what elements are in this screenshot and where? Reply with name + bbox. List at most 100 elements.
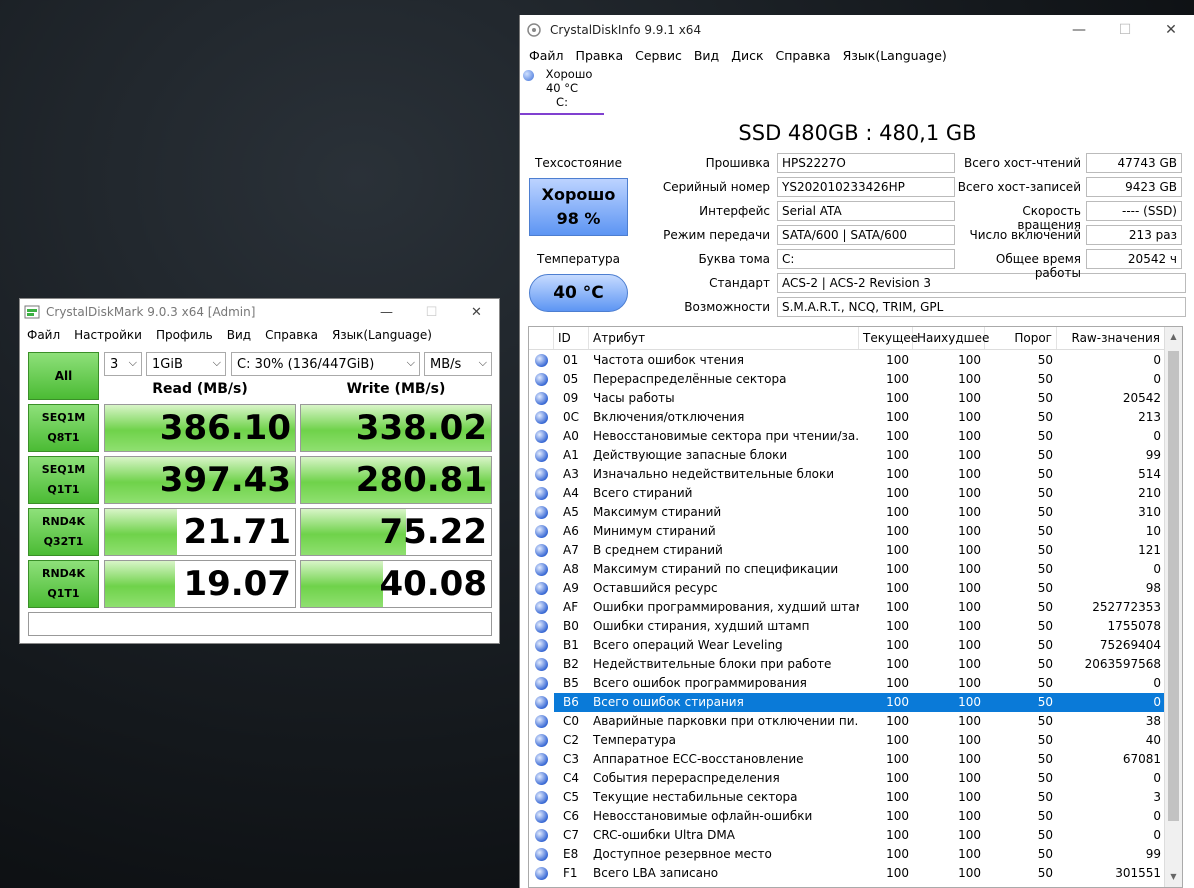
table-row[interactable]: 0C Включения/отключения 100 100 50 213 [529, 408, 1165, 427]
temperature-button[interactable]: 40 °C [529, 274, 628, 312]
table-row[interactable]: A5 Максимум стираний 100 100 50 310 [529, 503, 1165, 522]
table-row[interactable]: A3 Изначально недействительные блоки 100… [529, 465, 1165, 484]
test-button[interactable]: RND4K Q32T1 [28, 508, 99, 556]
attr-raw: 0 [1153, 828, 1161, 842]
size-select[interactable]: 1GiB ⌵ [146, 352, 226, 376]
attr-raw: 0 [1153, 429, 1161, 443]
menu-profile[interactable]: Профиль [149, 328, 220, 342]
table-row[interactable]: B6 Всего ошибок стирания 100 100 50 0 [529, 693, 1165, 712]
status-dot-icon [535, 487, 548, 500]
unit-select[interactable]: MB/s ⌵ [424, 352, 492, 376]
cdi-titlebar[interactable]: CrystalDiskInfo 9.9.1 x64 — ☐ ✕ [520, 15, 1194, 45]
attr-current: 100 [886, 562, 909, 576]
write-result: 75.22 [300, 508, 492, 556]
attr-worst: 100 [958, 752, 981, 766]
table-row[interactable]: A9 Оставшийся ресурс 100 100 50 98 [529, 579, 1165, 598]
test-button[interactable]: RND4K Q1T1 [28, 560, 99, 608]
table-row[interactable]: C6 Невосстановимые офлайн-ошибки 100 100… [529, 807, 1165, 826]
menu-language[interactable]: Язык(Language) [325, 328, 439, 342]
col-status[interactable] [529, 327, 554, 349]
menu-service[interactable]: Сервис [629, 48, 688, 63]
attr-raw: 252772353 [1092, 600, 1161, 614]
table-row[interactable]: B5 Всего ошибок программирования 100 100… [529, 674, 1165, 693]
minimize-button[interactable]: — [1056, 15, 1102, 45]
table-row[interactable]: F1 Всего LBA записано 100 100 50 301551 [529, 864, 1165, 883]
smart-table[interactable]: ID Атрибут Текущее Наихудшее Порог Raw-з… [528, 326, 1183, 888]
table-row[interactable]: 09 Часы работы 100 100 50 20542 [529, 389, 1165, 408]
table-row[interactable]: A6 Минимум стираний 100 100 50 10 [529, 522, 1165, 541]
attr-name: Всего ошибок стирания [593, 695, 744, 709]
attr-raw: 514 [1138, 467, 1161, 481]
menu-file[interactable]: Файл [523, 48, 570, 63]
attr-name: Часы работы [593, 391, 675, 405]
temperature-value: 40 °C [553, 283, 604, 303]
attr-id: C4 [563, 771, 580, 785]
menu-disk[interactable]: Диск [725, 48, 769, 63]
table-row[interactable]: A8 Максимум стираний по спецификации 100… [529, 560, 1165, 579]
menu-help[interactable]: Справка [258, 328, 325, 342]
table-row[interactable]: C4 События перераспределения 100 100 50 … [529, 769, 1165, 788]
table-row[interactable]: 01 Частота ошибок чтения 100 100 50 0 [529, 351, 1165, 370]
scroll-down-icon[interactable]: ▼ [1165, 869, 1182, 885]
table-row[interactable]: E8 Доступное резервное место 100 100 50 … [529, 845, 1165, 864]
close-button[interactable]: ✕ [1148, 15, 1194, 45]
col-attribute[interactable]: Атрибут [589, 327, 859, 349]
col-worst[interactable]: Наихудшее [913, 327, 989, 349]
table-row[interactable]: C5 Текущие нестабильные сектора 100 100 … [529, 788, 1165, 807]
test-button[interactable]: SEQ1M Q8T1 [28, 404, 99, 452]
menu-file[interactable]: Файл [20, 328, 67, 342]
col-id[interactable]: ID [554, 327, 589, 349]
table-row[interactable]: B2 Недействительные блоки при работе 100… [529, 655, 1165, 674]
menu-language[interactable]: Язык(Language) [837, 48, 953, 63]
menu-view[interactable]: Вид [688, 48, 725, 63]
attr-threshold: 50 [1037, 410, 1053, 424]
drive-select[interactable]: C: 30% (136/447GiB) ⌵ [231, 352, 420, 376]
table-row[interactable]: A7 В среднем стираний 100 100 50 121 [529, 541, 1165, 560]
table-row[interactable]: C7 CRC-ошибки Ultra DMA 100 100 50 0 [529, 826, 1165, 845]
cdm-titlebar[interactable]: CrystalDiskMark 9.0.3 x64 [Admin] — ☐ ✕ [20, 299, 499, 325]
attr-threshold: 50 [1037, 847, 1053, 861]
table-row[interactable]: A1 Действующие запасные блоки 100 100 50… [529, 446, 1165, 465]
close-button[interactable]: ✕ [454, 299, 499, 325]
table-row[interactable]: A0 Невосстановимые сектора при чтении/за… [529, 427, 1165, 446]
test-button[interactable]: SEQ1M Q1T1 [28, 456, 99, 504]
scroll-up-icon[interactable]: ▲ [1165, 329, 1182, 345]
maximize-button[interactable]: ☐ [1102, 15, 1148, 45]
attr-worst: 100 [958, 410, 981, 424]
write-header: Write (MB/s) [346, 381, 446, 397]
minimize-button[interactable]: — [364, 299, 409, 325]
table-row[interactable]: B1 Всего операций Wear Leveling 100 100 … [529, 636, 1165, 655]
table-row[interactable]: C2 Температура 100 100 50 40 [529, 731, 1165, 750]
attr-worst: 100 [958, 676, 981, 690]
col-current[interactable]: Текущее [859, 327, 918, 349]
unit-value: MB/s [430, 356, 462, 372]
all-button[interactable]: All [28, 352, 99, 400]
table-row[interactable]: B0 Ошибки стирания, худший штамп 100 100… [529, 617, 1165, 636]
table-row[interactable]: C3 Аппаратное ECC-восстановление 100 100… [529, 750, 1165, 769]
attr-threshold: 50 [1037, 790, 1053, 804]
count-select[interactable]: 3 ⌵ [104, 352, 142, 376]
attr-threshold: 50 [1037, 600, 1053, 614]
menu-view[interactable]: Вид [220, 328, 258, 342]
table-row[interactable]: A4 Всего стираний 100 100 50 210 [529, 484, 1165, 503]
attr-raw: 3 [1153, 790, 1161, 804]
menu-settings[interactable]: Настройки [67, 328, 149, 342]
attr-raw: 121 [1138, 543, 1161, 557]
menu-help[interactable]: Справка [770, 48, 837, 63]
attr-name: Минимум стираний [593, 524, 716, 538]
health-status-button[interactable]: Хорошо 98 % [529, 178, 628, 236]
menu-edit[interactable]: Правка [570, 48, 630, 63]
maximize-button[interactable]: ☐ [409, 299, 454, 325]
scrollbar-thumb[interactable] [1168, 351, 1179, 821]
attr-name: Невосстановимые офлайн-ошибки [593, 809, 813, 823]
status-dot-icon [535, 468, 548, 481]
table-row[interactable]: 05 Перераспределённые сектора 100 100 50… [529, 370, 1165, 389]
maximize-icon: ☐ [425, 304, 438, 320]
table-row[interactable]: C0 Аварийные парковки при отключении пи.… [529, 712, 1165, 731]
col-raw[interactable]: Raw-значения [1057, 327, 1165, 349]
attr-id: B6 [563, 695, 579, 709]
col-threshold[interactable]: Порог [985, 327, 1057, 349]
disk-tab[interactable]: Хорошо 40 °C C: [520, 67, 604, 115]
table-row[interactable]: AF Ошибки программирования, худший штам.… [529, 598, 1165, 617]
vertical-scrollbar[interactable]: ▲ ▼ [1164, 327, 1182, 887]
